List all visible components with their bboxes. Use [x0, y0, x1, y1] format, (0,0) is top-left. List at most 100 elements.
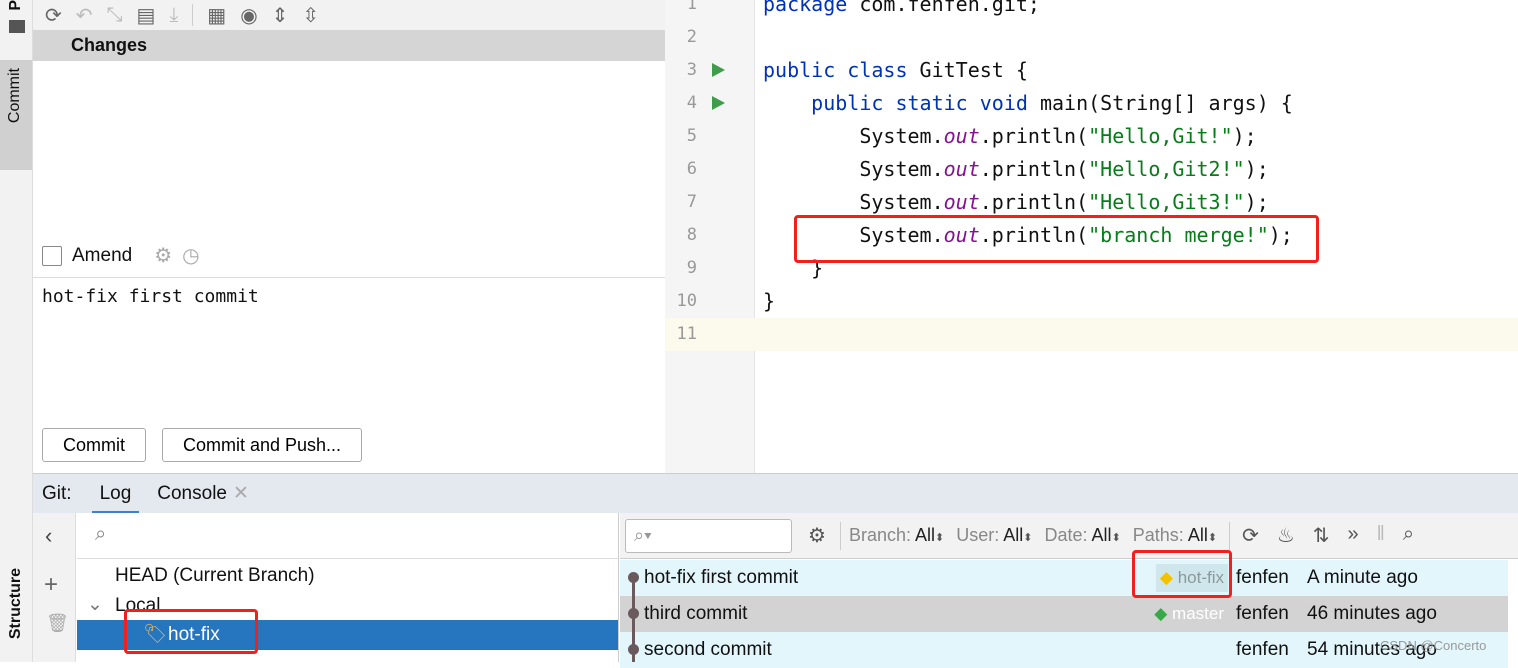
line-number: 8 [686, 225, 697, 245]
merge-icon[interactable]: ⤡ [107, 4, 123, 27]
tab-console[interactable]: Console [157, 483, 227, 505]
line-number: 1 [686, 0, 697, 14]
amend-label[interactable]: Amend [72, 245, 132, 267]
commit-tab[interactable]: Commit [0, 60, 32, 170]
filter-value: All [1187, 525, 1208, 545]
gear-icon[interactable]: ⚙ [154, 243, 172, 268]
refresh-icon[interactable]: ⟳ [45, 3, 62, 28]
branch-ref-label: master [1172, 604, 1224, 623]
updown-icon: ⬍ [1023, 532, 1033, 544]
branches-toolbar: ‹ + 🗑 [33, 513, 76, 662]
commit-message-text: hot-fix first commit [42, 286, 259, 307]
search-icon[interactable]: ⌕ [95, 523, 106, 546]
filter-user[interactable]: User: All⬍ [956, 525, 1032, 546]
search-icon[interactable]: ⌕ [1403, 523, 1414, 548]
folder-icon [9, 20, 25, 33]
left-tool-strip-bottom: Structure [0, 473, 33, 662]
cherry-pick-icon[interactable]: ♨ [1277, 523, 1295, 548]
line-number: 9 [686, 258, 697, 278]
commit-time: A minute ago [1307, 567, 1418, 588]
highlight-box [794, 215, 1319, 263]
sort-icon[interactable]: ⇅ [1313, 523, 1330, 548]
commit-row[interactable]: third commit ◆ master fenfen 46 minutes ago [620, 596, 1508, 632]
commit-tab-label: Commit [6, 68, 23, 124]
refresh-icon[interactable]: ⟳ [1242, 523, 1259, 548]
code-line[interactable]: public class GitTest { [763, 54, 1028, 87]
filter-paths[interactable]: Paths: All⬍ [1133, 525, 1217, 546]
highlight-box [1132, 550, 1232, 598]
commit-author: fenfen [1236, 639, 1289, 660]
line-number: 11 [676, 324, 697, 344]
clock-icon[interactable]: ◷ [182, 243, 199, 268]
commit-button[interactable]: Commit [42, 428, 146, 462]
line-number: 5 [686, 126, 697, 146]
code-line[interactable]: System.out.println("Hello,Git!"); [763, 120, 1256, 153]
log-toolbar: ⌕▾ ⚙ Branch: All⬍ User: All⬍ Date: All⬍ Pat… [620, 513, 1518, 559]
pause-icon[interactable]: ‖ [1377, 523, 1385, 548]
filter-label: Branch: [848, 525, 911, 545]
run-icon[interactable] [712, 96, 725, 110]
commit-and-push-button[interactable]: Commit and Push... [162, 428, 363, 462]
filter-label: Paths: [1132, 525, 1184, 545]
more-icon[interactable]: » [1348, 523, 1359, 548]
code-line[interactable]: package com.fenfen.git; [763, 0, 1040, 21]
filter-date[interactable]: Date: All⬍ [1045, 525, 1121, 546]
log-search-input[interactable]: ⌕▾ [625, 518, 792, 553]
branch-ref-badge: ◆ master [1150, 600, 1228, 628]
commit-graph-line [632, 578, 635, 662]
changes-header[interactable]: Changes [33, 30, 665, 61]
tab-log[interactable]: Log [91, 474, 140, 514]
line-number: 10 [676, 291, 697, 311]
line-number: 4 [686, 93, 697, 113]
line-number: 3 [686, 60, 697, 80]
code-line[interactable]: } [763, 285, 775, 318]
updown-icon: ⬍ [1207, 532, 1218, 544]
line-number: 6 [686, 159, 697, 179]
settings-icon[interactable]: ⚙ [808, 523, 826, 548]
code-line[interactable]: System.out.println("Hello,Git2!"); [763, 153, 1268, 186]
line-number: 2 [686, 27, 697, 47]
filter-label: User: [956, 525, 1000, 545]
expand-all-icon[interactable]: ⇕ [272, 3, 289, 28]
collapse-all-icon[interactable]: ⇳ [302, 3, 319, 28]
git-tool-window-tabs: Git: Log Console ✕ [33, 473, 1518, 514]
watermark: CSDN @Concerto [1380, 638, 1487, 653]
group-by-icon[interactable]: ▦ [207, 3, 226, 28]
commit-message: second commit [644, 639, 772, 660]
commit-toolbar: ⟳ ↶ ⤡ ▤ ⤓ ▦ ◉ ⇕ ⇳ [33, 0, 665, 30]
tag-icon: ◆ [1154, 604, 1168, 623]
code-line[interactable]: public static void main(String[] args) { [763, 87, 1293, 120]
filter-branch[interactable]: Branch: All⬍ [849, 525, 944, 546]
branches-tree: ⌕ HEAD (Current Branch) ⌄ Local 🏷 hot-fi… [77, 513, 619, 662]
add-icon[interactable]: + [44, 571, 58, 599]
run-icon[interactable] [712, 63, 725, 77]
line-number: 7 [686, 192, 697, 212]
highlight-box [124, 609, 258, 654]
commit-message: hot-fix first commit [644, 567, 799, 588]
project-tab[interactable]: P [7, 0, 25, 11]
close-icon[interactable]: ✕ [233, 482, 249, 505]
commit-time: 46 minutes ago [1307, 603, 1437, 624]
structure-tab[interactable]: Structure [7, 568, 25, 639]
filter-value: All [1091, 525, 1112, 545]
amend-checkbox[interactable] [42, 245, 62, 266]
chevron-down-icon[interactable]: ⌄ [87, 593, 103, 616]
trash-icon[interactable]: 🗑 [46, 613, 69, 634]
shelve-icon[interactable]: ⤓ [169, 4, 178, 27]
tree-item-head[interactable]: HEAD (Current Branch) [115, 565, 315, 587]
divider [192, 4, 194, 26]
left-tool-strip: P Commit [0, 0, 33, 473]
commit-author: fenfen [1236, 567, 1289, 588]
chevron-left-icon[interactable]: ‹ [45, 523, 52, 549]
filter-value: All [1003, 525, 1024, 545]
commit-author: fenfen [1236, 603, 1289, 624]
git-label: Git: [42, 482, 72, 504]
commit-row[interactable]: hot-fix first commit ◆ hot-fix fenfen A min… [620, 560, 1508, 596]
eye-icon[interactable]: ◉ [240, 3, 257, 28]
commit-row[interactable]: second commit fenfen 54 minutes ago [620, 632, 1508, 668]
current-line-highlight [665, 318, 1518, 351]
changelist-icon[interactable]: ▤ [137, 3, 156, 28]
updown-icon: ⬍ [1111, 532, 1121, 544]
rollback-icon[interactable]: ↶ [76, 3, 93, 28]
filter-value: All [915, 525, 936, 545]
